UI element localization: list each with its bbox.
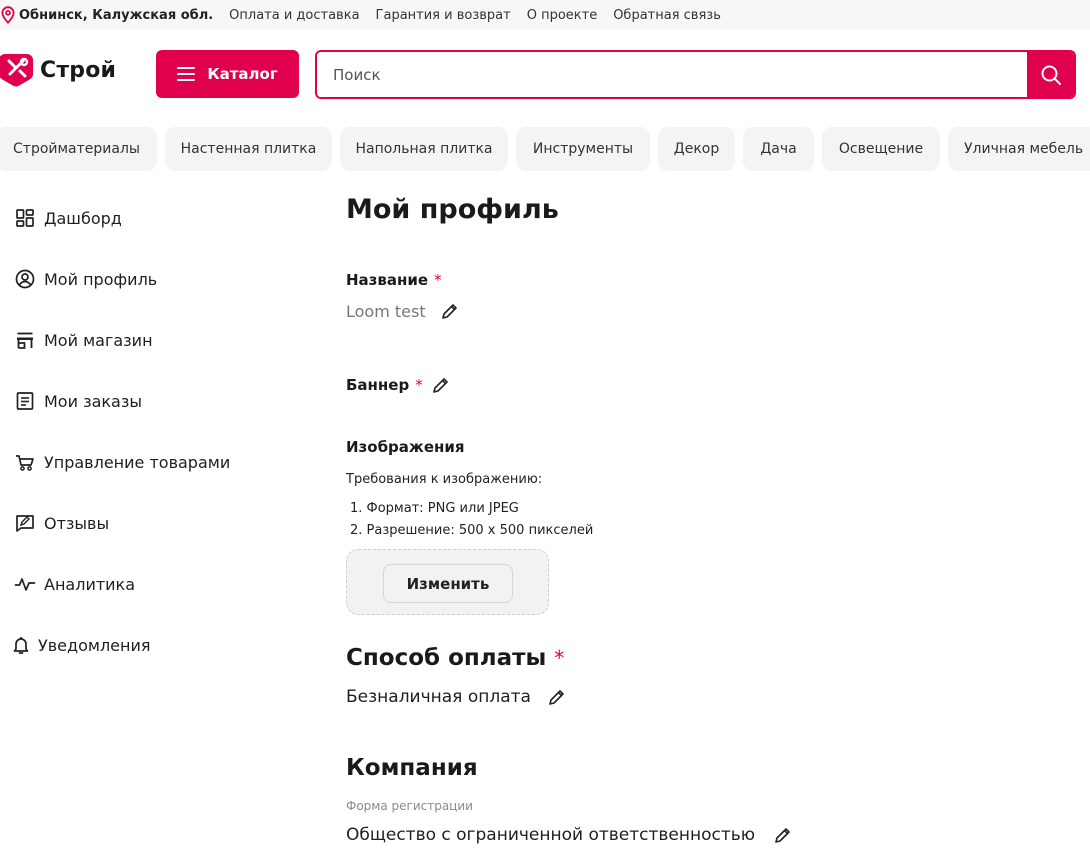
edit-payment-pencil-icon[interactable] (547, 687, 567, 707)
name-label-text: Название (346, 271, 429, 289)
category-chip[interactable]: Дача (743, 127, 814, 171)
bell-icon (13, 637, 29, 654)
payment-method-value: Безналичная оплата (346, 687, 567, 707)
registration-form-label: Форма регистрации (346, 799, 473, 813)
sidebar-item-label: Мой магазин (44, 330, 153, 350)
cart-icon (16, 455, 34, 471)
required-mark: * (554, 646, 565, 670)
store-icon (17, 332, 33, 349)
category-chip[interactable]: Напольная плитка (340, 127, 508, 171)
sidebar-item-dashboard[interactable]: Дашборд (14, 207, 122, 229)
category-chip[interactable]: Уличная мебель (948, 127, 1090, 171)
edit-name-pencil-icon[interactable] (440, 301, 460, 321)
link-feedback[interactable]: Обратная связь (613, 8, 721, 23)
sidebar-item-label: Мой профиль (44, 269, 158, 289)
edit-banner-pencil-icon[interactable] (431, 375, 451, 395)
location-pin-icon (1, 6, 15, 24)
category-chip[interactable]: Освещение (822, 127, 940, 171)
banner-label-text: Баннер (346, 376, 410, 394)
sidebar-item-reviews[interactable]: Отзывы (14, 512, 109, 534)
payment-section-title: Способ оплаты * (346, 645, 564, 671)
category-chip[interactable]: Настенная плитка (165, 127, 332, 171)
required-mark: * (415, 376, 423, 394)
sidebar-item-label: Дашборд (44, 208, 122, 228)
name-field-value: Loom test (346, 301, 460, 321)
required-mark: * (434, 271, 442, 289)
search-button[interactable] (1027, 52, 1074, 97)
user-circle-icon (15, 269, 35, 289)
edit-registration-pencil-icon[interactable] (773, 825, 793, 845)
images-field-label: Изображения (346, 438, 465, 456)
sidebar-item-label: Управление товарами (44, 452, 231, 472)
sidebar-item-profile[interactable]: Мой профиль (14, 268, 157, 290)
menu-icon (177, 67, 196, 81)
sidebar-item-label: Отзывы (44, 513, 110, 533)
sidebar-item-products[interactable]: Управление товарами (14, 451, 230, 473)
dashboard-icon (16, 209, 34, 227)
sidebar-item-label: Аналитика (44, 574, 136, 594)
registration-form-text: Общество с ограниченной ответственностью (346, 825, 756, 845)
sidebar-item-analytics[interactable]: Аналитика (14, 573, 135, 595)
location-selector[interactable]: Обнинск, Калужская обл. (0, 6, 213, 24)
search-input[interactable] (317, 52, 1027, 97)
payment-title-text: Способ оплаты (346, 645, 547, 671)
change-image-button[interactable]: Изменить (383, 564, 513, 603)
name-field-label: Название * (346, 271, 442, 289)
payment-method-text: Безналичная оплата (346, 687, 531, 707)
sidebar-item-notifications[interactable]: Уведомления (10, 634, 151, 656)
logo-tools-icon (0, 54, 34, 87)
category-chip[interactable]: Декор (658, 127, 735, 171)
link-payment-delivery[interactable]: Оплата и доставка (229, 8, 359, 23)
image-requirement-item: 2. Разрешение: 500 х 500 пикселей (350, 523, 594, 538)
review-icon (16, 515, 34, 532)
category-chip[interactable]: Стройматериалы (0, 127, 157, 171)
search-bar (315, 50, 1076, 99)
catalog-button-label: Каталог (207, 65, 278, 83)
sidebar-item-label: Уведомления (38, 635, 151, 655)
top-bar: Обнинск, Калужская обл. Оплата и доставк… (0, 0, 1090, 30)
catalog-button[interactable]: Каталог (156, 50, 299, 98)
category-chip[interactable]: Инструменты (516, 127, 650, 171)
location-label: Обнинск, Калужская обл. (19, 7, 214, 23)
sidebar-item-store[interactable]: Мой магазин (14, 329, 153, 351)
name-value-text: Loom test (346, 301, 426, 321)
registration-form-value: Общество с ограниченной ответственностью (346, 825, 793, 845)
orders-list-icon (16, 392, 34, 410)
sidebar-item-label: Мои заказы (44, 391, 142, 411)
sidebar-item-orders[interactable]: Мои заказы (14, 390, 142, 412)
search-icon (1041, 65, 1061, 85)
pulse-icon (14, 578, 36, 591)
banner-field-label: Баннер * (346, 375, 451, 395)
link-warranty-return[interactable]: Гарантия и возврат (376, 8, 511, 23)
image-upload-area[interactable]: Изменить (346, 549, 549, 615)
logo-text: Строй (40, 57, 117, 83)
link-about[interactable]: О проекте (527, 8, 598, 23)
company-section-title: Компания (346, 755, 478, 781)
image-requirement-item: 1. Формат: PNG или JPEG (350, 501, 519, 516)
page-title: Мой профиль (346, 194, 559, 225)
image-requirements-title: Требования к изображению: (346, 472, 543, 487)
category-chips: Стройматериалы Настенная плитка Напольна… (0, 127, 1090, 171)
logo[interactable]: Строй (0, 51, 116, 89)
